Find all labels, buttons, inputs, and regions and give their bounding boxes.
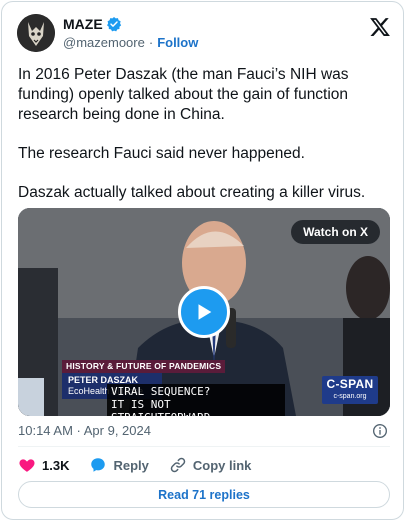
network-url: c-span.org [333, 393, 367, 400]
like-count: 1.3K [42, 457, 70, 473]
follow-button[interactable]: Follow [157, 35, 198, 50]
tweet-header: MAZE @mazemoore · Follow [17, 14, 391, 54]
separator-dot: · [148, 35, 154, 50]
author-name-row: MAZE [63, 16, 122, 32]
author-handle[interactable]: @mazemoore [63, 35, 145, 50]
network-logo: C-SPAN c-span.org [322, 376, 378, 404]
info-icon[interactable] [372, 423, 388, 439]
closed-caption: VIRAL SEQUENCE? IT IS NOT STRAIGHTFORWAR… [107, 384, 285, 416]
tweet-card: MAZE @mazemoore · Follow In 2016 Peter D… [1, 1, 404, 520]
verified-badge-icon [106, 17, 121, 32]
tweet-paragraph: The research Fauci said never happened. [18, 145, 305, 162]
tweet-text: In 2016 Peter Daszak (the man Fauci’s NI… [18, 65, 390, 203]
play-button[interactable] [178, 286, 230, 338]
author-handle-row: @mazemoore · Follow [63, 35, 198, 50]
author-name[interactable]: MAZE [63, 16, 103, 32]
timestamp[interactable]: 10:14 AM · Apr 9, 2024 [18, 423, 151, 438]
avatar[interactable] [17, 14, 55, 52]
x-logo-icon[interactable] [369, 16, 391, 38]
copy-link-label: Copy link [192, 457, 252, 473]
reply-bubble-icon [91, 458, 106, 472]
link-icon [170, 457, 186, 473]
tweet-paragraph: In 2016 Peter Daszak (the man Fauci’s NI… [18, 66, 349, 123]
watch-on-x-button[interactable]: Watch on X [291, 220, 380, 244]
video-player[interactable]: Watch on X HISTORY & FUTURE OF PANDEMICS… [18, 208, 390, 416]
avatar-image [17, 14, 55, 52]
heart-icon [19, 459, 35, 472]
reply-label: Reply [113, 457, 149, 473]
network-name: C-SPAN [326, 377, 374, 391]
divider [18, 446, 390, 447]
play-icon [198, 304, 212, 320]
tweet-meta: 10:14 AM · Apr 9, 2024 [18, 423, 390, 441]
like-button[interactable]: 1.3K [18, 456, 69, 474]
action-bar: 1.3K Reply Copy link [18, 455, 390, 475]
tweet-paragraph: Daszak actually talked about creating a … [18, 184, 366, 201]
copy-link-button[interactable]: Copy link [169, 456, 252, 474]
caption-line: IT IS NOT STRAIGHTFORWARD. [111, 398, 217, 416]
reply-button[interactable]: Reply [89, 456, 149, 474]
read-replies-button[interactable]: Read 71 replies [18, 481, 390, 508]
caption-line: VIRAL SEQUENCE? [111, 385, 211, 398]
program-banner: HISTORY & FUTURE OF PANDEMICS [62, 360, 226, 373]
